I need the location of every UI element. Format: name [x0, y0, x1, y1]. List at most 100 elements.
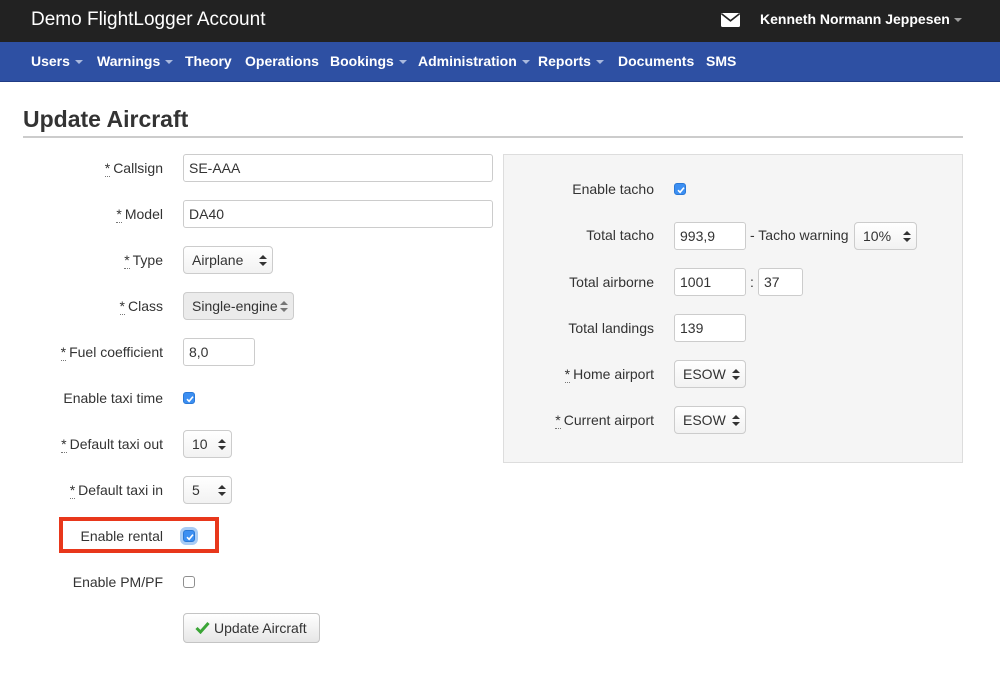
- nav-documents-label: Documents: [618, 53, 695, 69]
- chevron-down-icon: [74, 60, 83, 65]
- required-marker: *: [124, 252, 130, 269]
- default-taxi-in-label: * Default taxi in: [69, 482, 163, 499]
- fuel-coefficient-input[interactable]: [183, 338, 255, 366]
- default-taxi-out-select[interactable]: 10: [183, 430, 232, 458]
- airborne-time-separator: :: [750, 274, 754, 290]
- type-label: * Type: [124, 252, 163, 269]
- callsign-label-text: Callsign: [113, 160, 163, 176]
- home-airport-select[interactable]: ESOW: [674, 360, 746, 388]
- up-down-arrows-icon: [259, 255, 267, 266]
- title-divider: [23, 136, 963, 138]
- required-marker: *: [119, 298, 125, 315]
- type-label-text: Type: [132, 252, 163, 268]
- nav-bookings[interactable]: Bookings: [330, 53, 407, 69]
- enable-taxi-time-label: Enable taxi time: [63, 390, 163, 406]
- home-airport-value: ESOW: [683, 366, 726, 382]
- chevron-down-icon: [595, 60, 604, 65]
- current-airport-label-text: Current airport: [563, 412, 654, 428]
- up-down-arrows-icon: [280, 301, 288, 312]
- update-aircraft-button-label: Update Aircraft: [214, 620, 307, 636]
- model-input[interactable]: [183, 200, 493, 228]
- model-label: * Model: [116, 206, 163, 223]
- class-select-value: Single-engine: [192, 298, 278, 314]
- required-marker: *: [564, 366, 571, 383]
- enable-tacho-checkbox[interactable]: [674, 183, 686, 195]
- nav-users[interactable]: Users: [31, 53, 83, 69]
- enable-pm-pf-checkbox[interactable]: [183, 576, 195, 588]
- nav-sms-label: SMS: [706, 53, 737, 69]
- required-marker: *: [555, 412, 561, 429]
- enable-taxi-time-checkbox[interactable]: [183, 392, 195, 404]
- nav-operations-label: Operations: [245, 53, 319, 69]
- user-name: Kenneth Normann Jeppesen: [760, 11, 950, 27]
- tacho-warning-select[interactable]: 10%: [854, 222, 917, 250]
- class-label-text: Class: [127, 298, 163, 314]
- total-tacho-input[interactable]: [674, 222, 746, 250]
- default-taxi-in-select[interactable]: 5: [183, 476, 232, 504]
- up-down-arrows-icon: [732, 369, 740, 380]
- nav-administration-label: Administration: [418, 53, 517, 69]
- fuel-coefficient-label: * Fuel coefficient: [60, 344, 163, 361]
- total-tacho-label: Total tacho: [586, 227, 654, 243]
- enable-rental-label: Enable rental: [80, 528, 163, 544]
- nav-theory-label: Theory: [185, 53, 232, 69]
- required-marker: *: [116, 206, 122, 223]
- main-nav: Users Warnings Theory Operations Booking…: [0, 42, 1000, 82]
- required-marker: *: [69, 482, 76, 499]
- chevron-down-icon: [953, 18, 962, 23]
- fuel-coefficient-label-text: Fuel coefficient: [69, 344, 163, 360]
- checkmark-icon: [677, 187, 685, 194]
- chevron-down-icon: [521, 60, 530, 65]
- callsign-input[interactable]: [183, 154, 493, 182]
- required-marker: *: [104, 160, 111, 177]
- nav-warnings-label: Warnings: [97, 53, 161, 69]
- tacho-warning-label: - Tacho warning: [750, 227, 849, 243]
- up-down-arrows-icon: [218, 439, 226, 450]
- nav-operations[interactable]: Operations: [245, 53, 319, 69]
- top-bar: Demo FlightLogger Account Kenneth Norman…: [0, 0, 1000, 42]
- nav-sms[interactable]: SMS: [706, 53, 736, 69]
- nav-bookings-label: Bookings: [330, 53, 394, 69]
- checkmark-icon: [186, 534, 194, 541]
- total-airborne-hours-input[interactable]: [674, 268, 746, 296]
- total-landings-input[interactable]: [674, 314, 746, 342]
- envelope-icon[interactable]: [721, 13, 740, 27]
- page-title: Update Aircraft: [23, 106, 189, 132]
- class-label: * Class: [119, 298, 163, 315]
- up-down-arrows-icon: [218, 485, 226, 496]
- home-airport-label: * Home airport: [564, 366, 654, 383]
- total-airborne-label: Total airborne: [569, 274, 654, 290]
- default-taxi-in-value: 5: [192, 482, 200, 498]
- tacho-warning-value: 10%: [863, 228, 892, 244]
- class-select[interactable]: Single-engine: [183, 292, 294, 320]
- nav-reports-label: Reports: [538, 53, 591, 69]
- checkmark-icon: [186, 396, 194, 403]
- up-down-arrows-icon: [903, 231, 911, 242]
- required-marker: *: [60, 344, 67, 361]
- nav-administration[interactable]: Administration: [418, 53, 530, 69]
- required-marker: *: [61, 436, 67, 453]
- default-taxi-out-label: * Default taxi out: [61, 436, 163, 453]
- default-taxi-out-label-text: Default taxi out: [69, 436, 163, 452]
- nav-theory[interactable]: Theory: [185, 53, 232, 69]
- type-select-value: Airplane: [192, 252, 244, 268]
- type-select[interactable]: Airplane: [183, 246, 273, 274]
- up-down-arrows-icon: [732, 415, 740, 426]
- current-airport-select[interactable]: ESOW: [674, 406, 746, 434]
- nav-reports[interactable]: Reports: [538, 53, 604, 69]
- account-title[interactable]: Demo FlightLogger Account: [31, 9, 265, 31]
- default-taxi-in-label-text: Default taxi in: [78, 482, 163, 498]
- nav-documents[interactable]: Documents: [618, 53, 694, 69]
- default-taxi-out-value: 10: [192, 436, 208, 452]
- current-airport-label: * Current airport: [555, 412, 654, 429]
- current-airport-value: ESOW: [683, 412, 726, 428]
- enable-rental-checkbox[interactable]: [183, 530, 195, 542]
- nav-warnings[interactable]: Warnings: [97, 53, 174, 69]
- update-aircraft-button[interactable]: Update Aircraft: [183, 613, 320, 643]
- user-menu[interactable]: Kenneth Normann Jeppesen: [760, 11, 962, 27]
- enable-pm-pf-label: Enable PM/PF: [72, 574, 163, 590]
- check-icon: [195, 622, 210, 634]
- total-airborne-minutes-input[interactable]: [758, 268, 803, 296]
- chevron-down-icon: [165, 60, 174, 65]
- model-label-text: Model: [124, 206, 163, 222]
